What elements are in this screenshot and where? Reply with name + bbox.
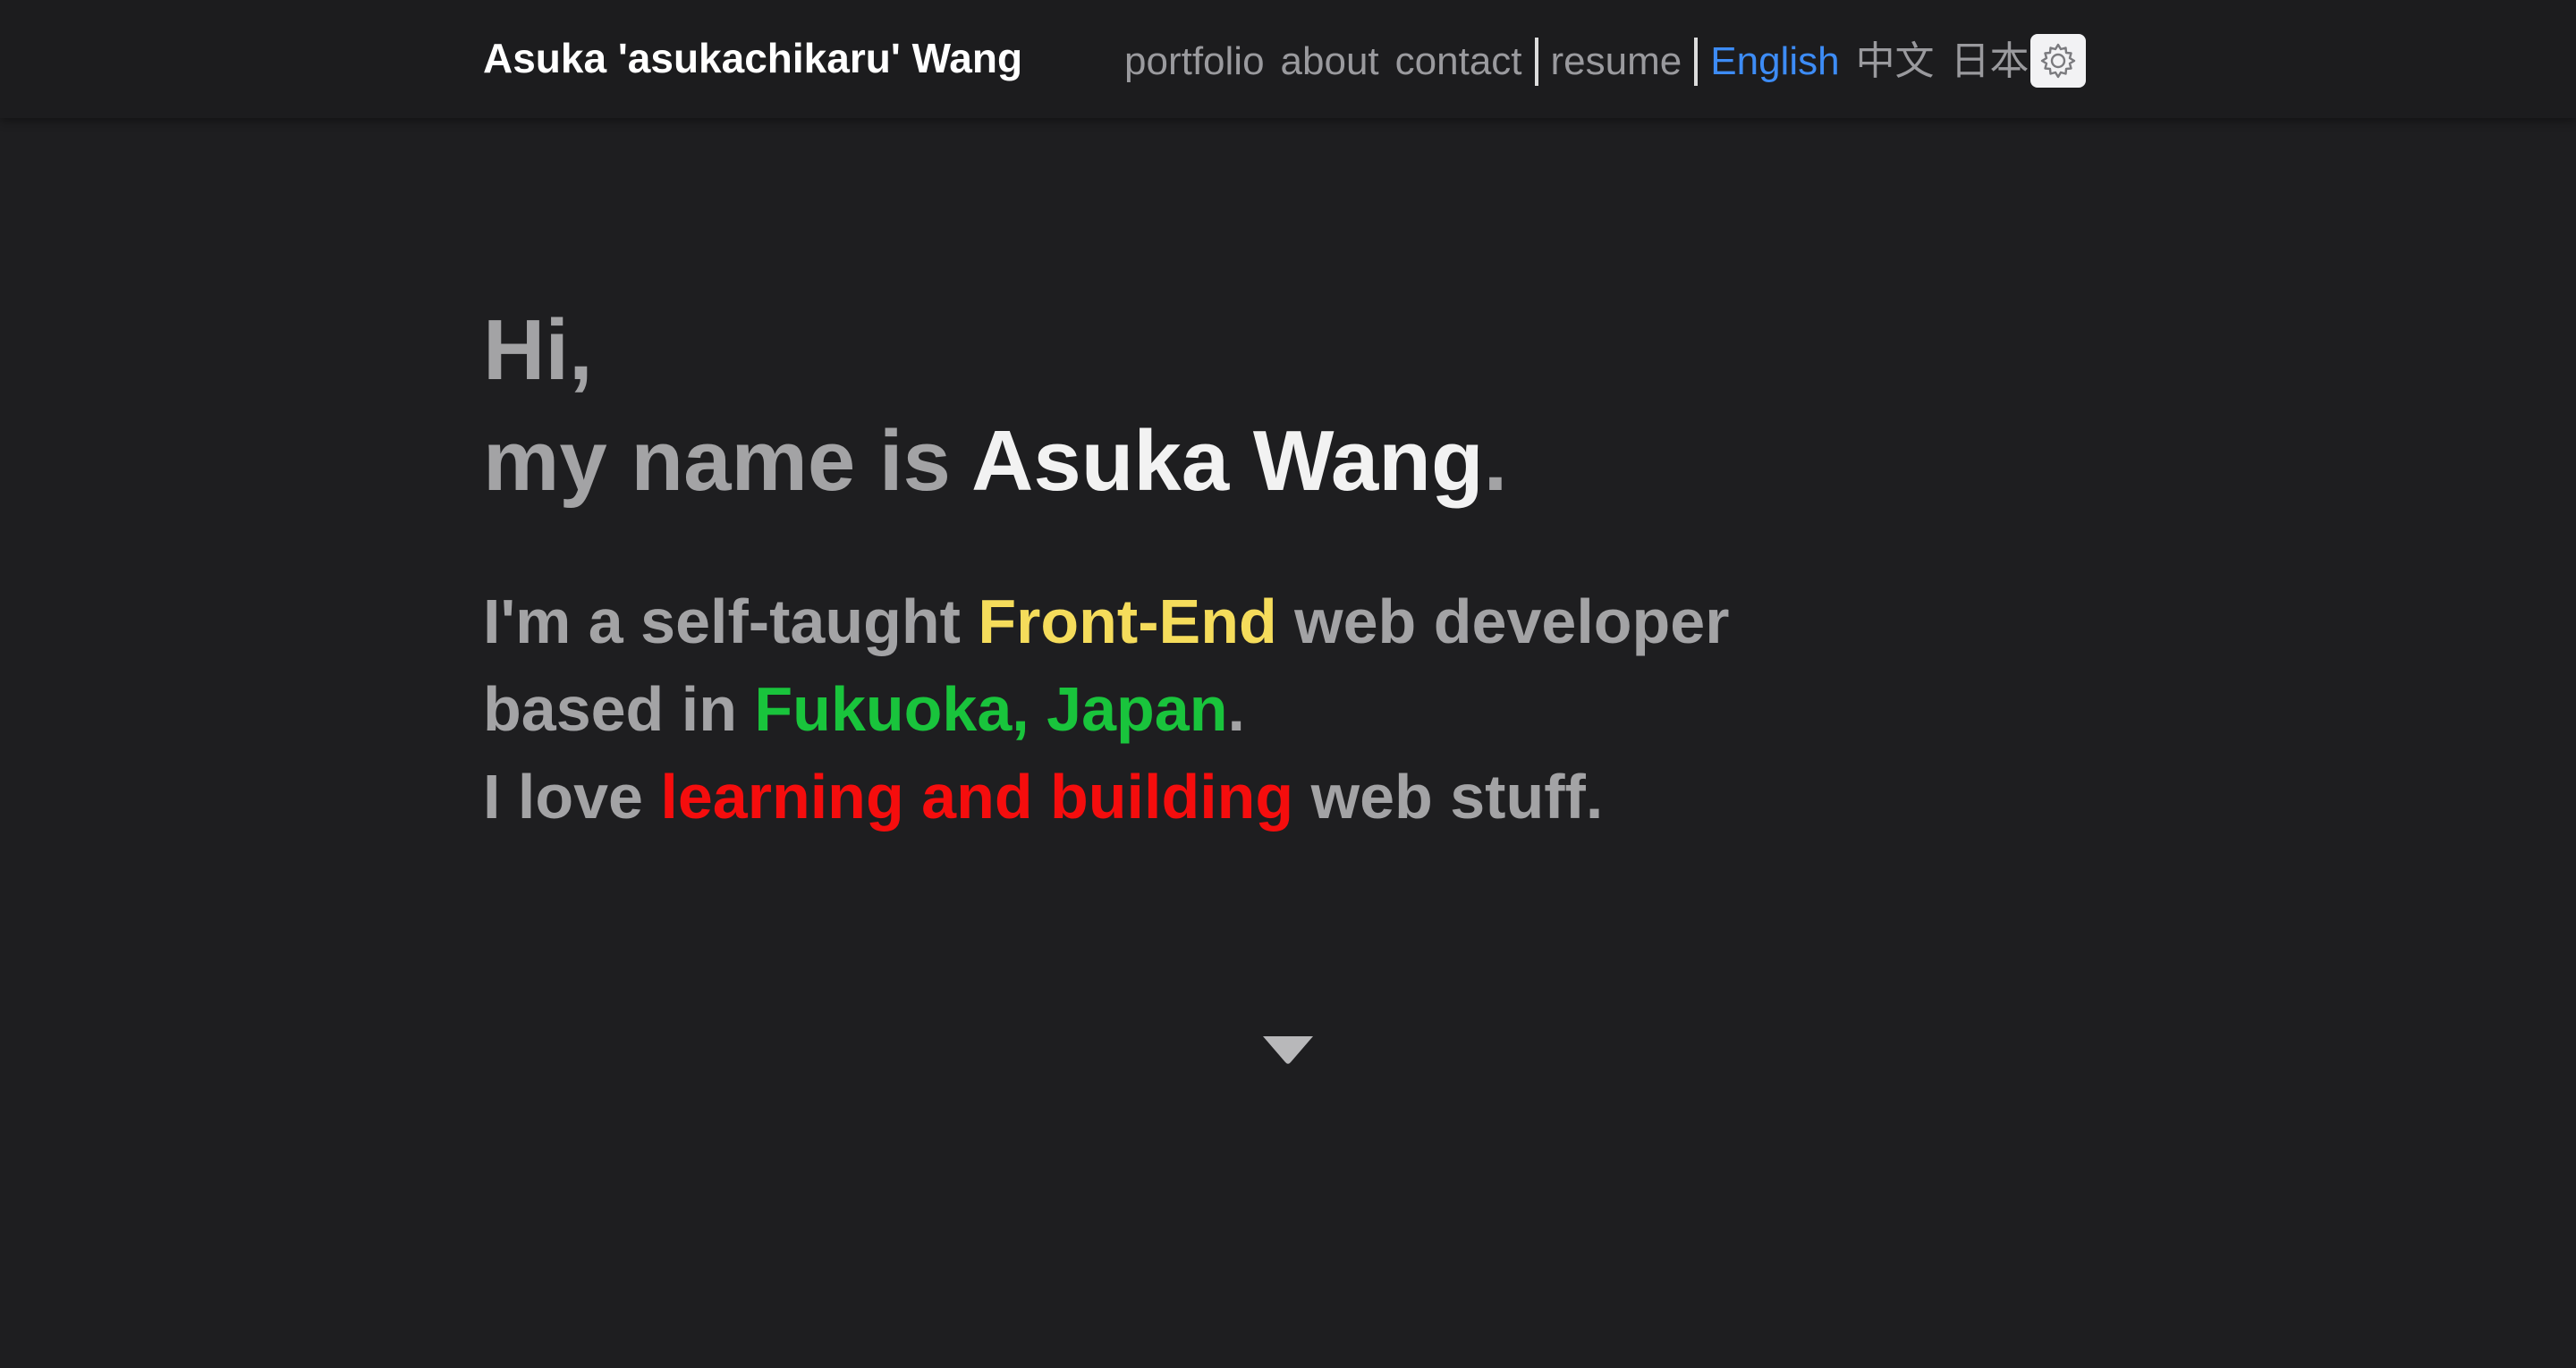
intro-line-2-suffix: .: [1227, 674, 1245, 744]
hero-name: Asuka Wang: [971, 413, 1484, 509]
intro-line-3-suffix: web stuff.: [1293, 762, 1604, 832]
hero-name-line: my name is Asuka Wang.: [483, 408, 1507, 515]
language-english-link[interactable]: English: [1710, 34, 1839, 89]
intro-line-1: I'm a self-taught Front-End web develope…: [483, 578, 1729, 665]
front-end-highlight: Front-End: [978, 587, 1277, 656]
location-highlight: Fukuoka, Japan: [754, 674, 1228, 744]
nav-divider: [1694, 38, 1699, 86]
nav-contact-link[interactable]: contact: [1395, 34, 1522, 89]
sun-gear-icon: [2040, 43, 2076, 79]
intro-line-2: based in Fukuoka, Japan.: [483, 665, 1729, 753]
hero-name-prefix: my name is: [483, 413, 972, 509]
caret-down-icon[interactable]: [1261, 1034, 1315, 1066]
learning-highlight: learning and building: [660, 762, 1294, 832]
nav-links: portfolio about contact resume English 中…: [1124, 34, 2069, 89]
nav-about-link[interactable]: about: [1281, 34, 1379, 89]
intro-line-3-prefix: I love: [483, 762, 661, 832]
intro-line-3: I love learning and building web stuff.: [483, 753, 1729, 840]
hero-intro: I'm a self-taught Front-End web develope…: [483, 578, 1729, 840]
intro-line-1-suffix: web developer: [1276, 587, 1730, 656]
intro-line-1-prefix: I'm a self-taught: [483, 587, 979, 656]
hero-greeting: Hi,: [483, 302, 593, 398]
top-navigation-bar: Asuka 'asukachikaru' Wang portfolio abou…: [0, 0, 2576, 118]
language-chinese-link[interactable]: 中文: [1856, 34, 1935, 89]
nav-resume-link[interactable]: resume: [1551, 34, 1682, 89]
nav-divider: [1534, 38, 1538, 86]
theme-toggle-button[interactable]: [2030, 34, 2086, 88]
nav-portfolio-link[interactable]: portfolio: [1124, 34, 1265, 89]
hero-name-suffix: .: [1483, 413, 1508, 509]
site-brand[interactable]: Asuka 'asukachikaru' Wang: [483, 32, 1022, 84]
intro-line-2-prefix: based in: [483, 674, 755, 744]
